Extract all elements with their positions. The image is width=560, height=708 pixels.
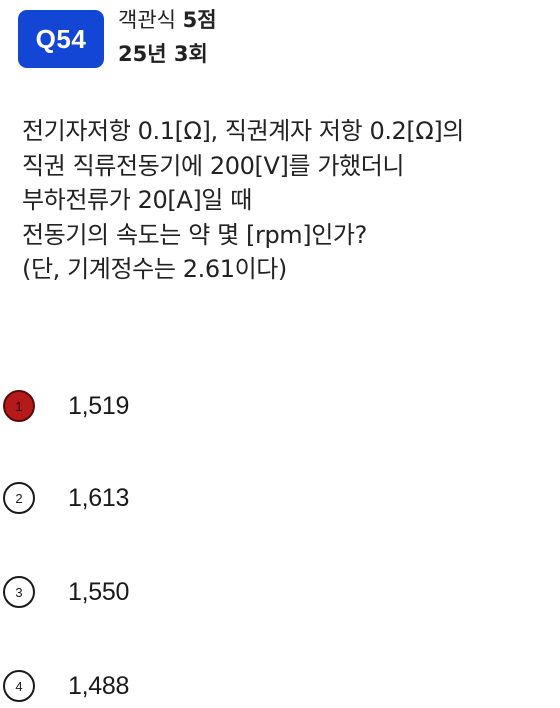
- answer-option-4[interactable]: 4 1,488: [3, 670, 129, 702]
- option-number-circle[interactable]: 3: [3, 576, 35, 608]
- question-type-line: 객관식 5점: [118, 6, 217, 34]
- option-text: 1,488: [68, 671, 130, 700]
- answer-option-2[interactable]: 2 1,613: [3, 482, 129, 514]
- answer-option-1[interactable]: 1 1,519: [3, 390, 129, 422]
- question-line: 전기자저항 0.1[Ω], 직권계자 저항 0.2[Ω]의: [22, 117, 464, 145]
- option-text: 1,613: [68, 483, 130, 512]
- option-text: 1,550: [68, 577, 130, 606]
- question-line: (단, 기계정수는 2.61이다): [22, 255, 287, 283]
- question-number-badge: Q54: [18, 10, 104, 68]
- option-number-circle[interactable]: 1: [3, 390, 35, 422]
- option-number-circle[interactable]: 2: [3, 482, 35, 514]
- question-meta: 객관식 5점 25년 3회: [118, 6, 217, 68]
- question-line: 부하전류가 20[A]일 때: [22, 186, 252, 214]
- question-line: 전동기의 속도는 약 몇 [rpm]인가?: [22, 220, 367, 249]
- question-header: Q54 객관식 5점 25년 3회: [18, 8, 217, 68]
- option-text: 1,519: [68, 391, 130, 420]
- exam-session: 25년 3회: [118, 42, 208, 66]
- answer-option-3[interactable]: 3 1,550: [3, 576, 129, 608]
- option-number-circle[interactable]: 4: [3, 670, 35, 702]
- question-text: 전기자저항 0.1[Ω], 직권계자 저항 0.2[Ω]의 직권 직류전동기에 …: [22, 114, 558, 287]
- question-points: 5점: [182, 8, 217, 32]
- question-line: 직권 직류전동기에 200[V]를 가했더니: [22, 151, 405, 180]
- question-type: 객관식: [118, 8, 176, 32]
